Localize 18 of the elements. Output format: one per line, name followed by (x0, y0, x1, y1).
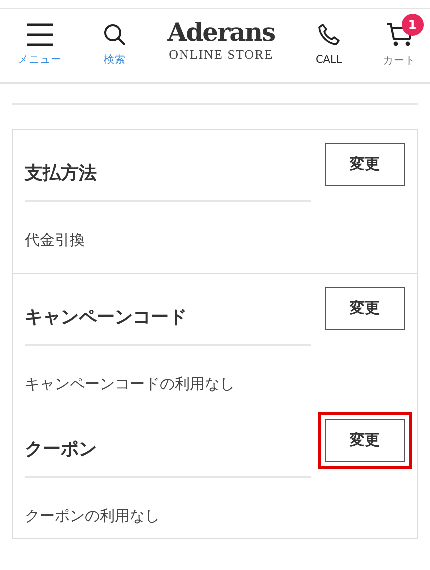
section-value: キャンペーンコードの利用なし (25, 374, 236, 395)
logo-text: Aderans (168, 20, 276, 46)
cart-link[interactable]: カート (383, 54, 416, 70)
section-heading: キャンペーンコード (25, 287, 311, 346)
cart-count-badge: 1 (402, 14, 424, 36)
call-link[interactable]: CALL (316, 52, 342, 69)
section-value: クーポンの利用なし (25, 506, 161, 527)
menu-icon[interactable] (26, 22, 54, 47)
search-link[interactable]: 検索 (104, 52, 126, 69)
change-button[interactable]: 変更 (325, 143, 405, 186)
logo-subtitle: ONLINE STORE (169, 46, 274, 64)
section-value: 代金引換 (25, 230, 86, 251)
section-heading: クーポン (25, 419, 311, 478)
change-button[interactable]: 変更 (325, 287, 405, 330)
change-button[interactable]: 変更 (325, 419, 405, 462)
search-icon[interactable] (102, 22, 127, 47)
phone-icon[interactable] (317, 22, 342, 47)
section-heading: 支払方法 (25, 143, 311, 202)
